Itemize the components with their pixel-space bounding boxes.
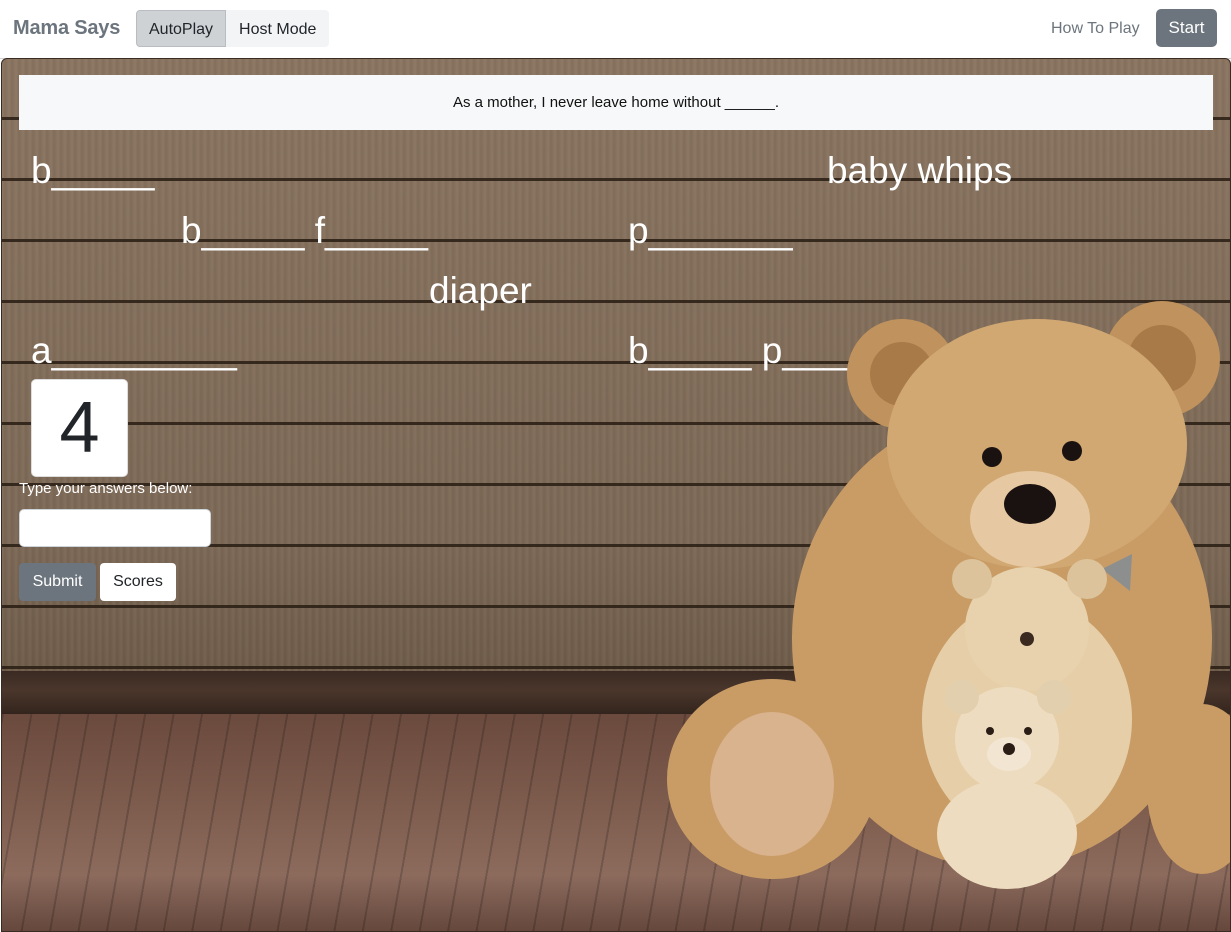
teddy-bear-illustration <box>667 301 1230 889</box>
medium-bear-left-ear <box>952 559 992 599</box>
answer-slot: b_____ f_____ <box>181 210 428 251</box>
brand-title[interactable]: Mama Says <box>13 17 120 40</box>
question-prompt: As a mother, I never leave home without … <box>19 75 1213 130</box>
game-stage: As a mother, I never leave home without … <box>1 58 1231 932</box>
answer-slot: b_____ <box>31 150 155 191</box>
small-bear-left-eye <box>986 727 994 735</box>
mode-toggle-group: AutoPlay Host Mode <box>136 10 330 47</box>
start-button[interactable]: Start <box>1156 9 1217 47</box>
how-to-play-link[interactable]: How To Play <box>1051 20 1140 38</box>
countdown-timer: 4 <box>31 379 128 477</box>
small-bear-body <box>937 779 1077 889</box>
autoplay-button[interactable]: AutoPlay <box>136 10 227 47</box>
navbar: Mama Says AutoPlay Host Mode How To Play… <box>0 0 1231 59</box>
big-bear-left-foot-pad <box>710 712 834 856</box>
big-bear-left-eye <box>982 447 1002 467</box>
answer-slot: baby whips <box>827 150 1013 191</box>
medium-bear-nose <box>1020 632 1034 646</box>
host-mode-button[interactable]: Host Mode <box>226 10 330 47</box>
small-bear-right-eye <box>1024 727 1032 735</box>
submit-button[interactable]: Submit <box>19 563 96 601</box>
answer-input-label: Type your answers below: <box>19 480 193 497</box>
big-bear-right-eye <box>1062 441 1082 461</box>
scores-button[interactable]: Scores <box>100 563 176 601</box>
big-bear-nose <box>1004 484 1056 524</box>
small-bear-right-ear <box>1037 680 1071 714</box>
answer-slot: diaper <box>429 270 532 311</box>
answer-slot: a_________ <box>31 330 237 371</box>
answer-slot: p_______ <box>628 210 793 251</box>
small-bear-nose <box>1003 743 1015 755</box>
small-bear-left-ear <box>945 680 979 714</box>
answer-input[interactable] <box>19 509 211 547</box>
medium-bear-right-ear <box>1067 559 1107 599</box>
